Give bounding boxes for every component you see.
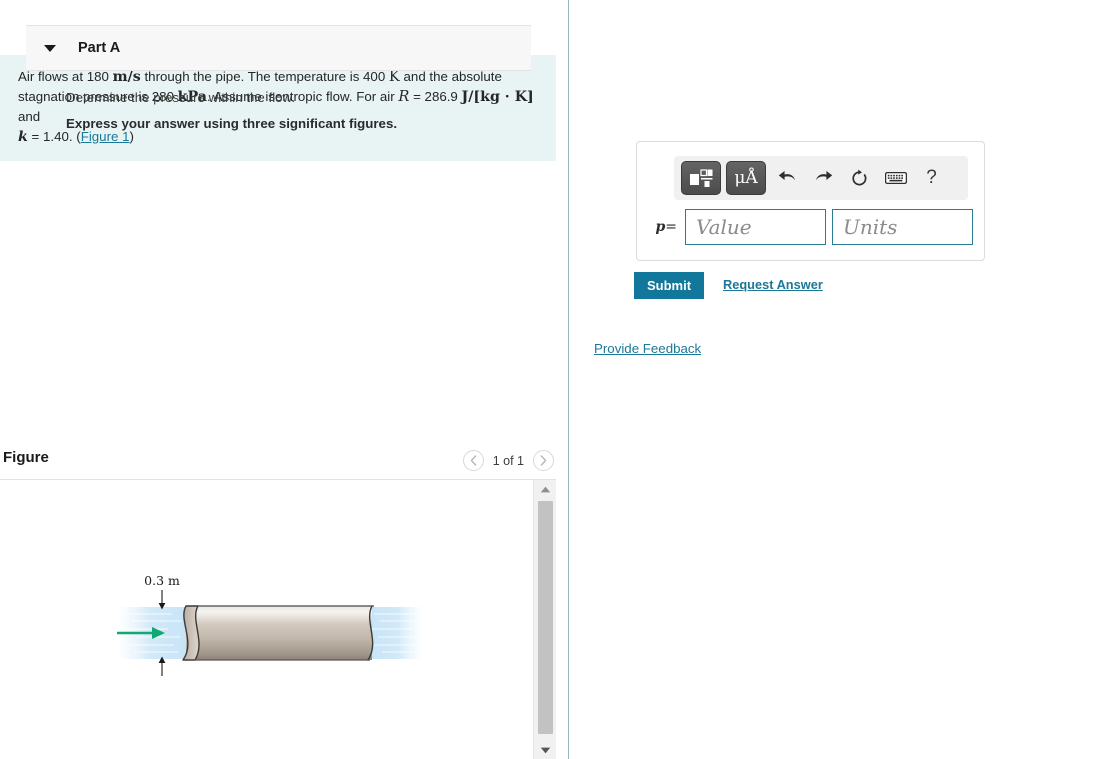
triangle-up-icon (540, 486, 551, 492)
units-label: μÅ (734, 167, 758, 188)
problem-unit-gas-constant: J/[kg · K] (461, 89, 534, 105)
figure-viewport: 0.3 m (0, 480, 533, 759)
math-template-icon (690, 169, 713, 187)
figure-next-button[interactable] (533, 450, 554, 471)
pipe-body (182, 605, 374, 661)
reset-icon (852, 169, 867, 185)
chevron-left-icon (470, 455, 476, 466)
problem-text-part7: and (18, 109, 41, 124)
equation-toolbar: μÅ ? (674, 156, 968, 200)
dimension-label: 0.3 m (144, 573, 180, 588)
triangle-down-icon (540, 747, 551, 753)
redo-icon (816, 171, 833, 181)
figure-pager: 1 of 1 (462, 450, 554, 471)
scroll-down-button[interactable] (534, 741, 557, 759)
answer-input-row: p= (647, 209, 973, 245)
figure-scrollbar[interactable] (533, 480, 556, 759)
problem-unit-ms: m/s (112, 69, 141, 85)
problem-text-part9: ) (129, 129, 134, 144)
answer-value-input[interactable] (685, 209, 826, 245)
problem-text-part2: through the pipe. The temperature is 400 (140, 69, 389, 84)
pane-divider (568, 0, 569, 759)
pipe-diagram: 0.3 m (117, 573, 423, 676)
question-prompt: Determine the pressure within the flow. (66, 90, 296, 105)
scroll-up-button[interactable] (534, 480, 557, 498)
answer-variable-label: p= (647, 219, 677, 235)
undo-icon (778, 171, 795, 181)
problem-text-part1: Air flows at 180 (18, 69, 113, 84)
keyboard-button[interactable] (879, 163, 912, 193)
help-button[interactable]: ? (915, 163, 948, 193)
answer-entry-panel: μÅ ? p= Value Units (636, 141, 985, 261)
keyboard-icon (884, 171, 907, 185)
equals-sign: = (665, 219, 677, 235)
units-button[interactable]: μÅ (726, 161, 766, 195)
figure-page-indicator: 1 of 1 (492, 453, 524, 468)
answer-instruction: Express your answer using three signific… (66, 116, 398, 131)
request-answer-link[interactable]: Request Answer (723, 277, 823, 292)
problem-var-k: k (18, 129, 28, 145)
problem-var-r: R (398, 88, 410, 105)
chevron-right-icon (540, 455, 547, 466)
submit-button[interactable]: Submit (634, 272, 704, 299)
problem-text-part6: = 286.9 (409, 89, 462, 104)
figure-1-link[interactable]: Figure 1 (81, 129, 130, 144)
left-pane: Air flows at 180 m/s through the pipe. T… (0, 0, 568, 759)
part-a-header[interactable]: Part A (26, 25, 531, 71)
scrollbar-thumb[interactable] (538, 501, 553, 734)
page-root: Air flows at 180 m/s through the pipe. T… (0, 0, 1100, 759)
problem-text-part8: = 1.40. ( (27, 129, 81, 144)
answer-units-input[interactable] (832, 209, 973, 245)
variable-p: p (655, 219, 666, 235)
math-template-button[interactable] (681, 161, 721, 195)
outflow-region (368, 607, 423, 659)
reset-button[interactable] (843, 163, 876, 193)
undo-button[interactable] (771, 163, 804, 193)
problem-text-part3: and the absolute (399, 69, 502, 84)
figure-prev-button[interactable] (462, 450, 484, 471)
provide-feedback-link[interactable]: Provide Feedback (594, 341, 701, 356)
figure-title: Figure (3, 449, 49, 466)
part-a-title: Part A (78, 40, 121, 56)
redo-button[interactable] (807, 163, 840, 193)
caret-down-icon[interactable] (44, 44, 56, 52)
